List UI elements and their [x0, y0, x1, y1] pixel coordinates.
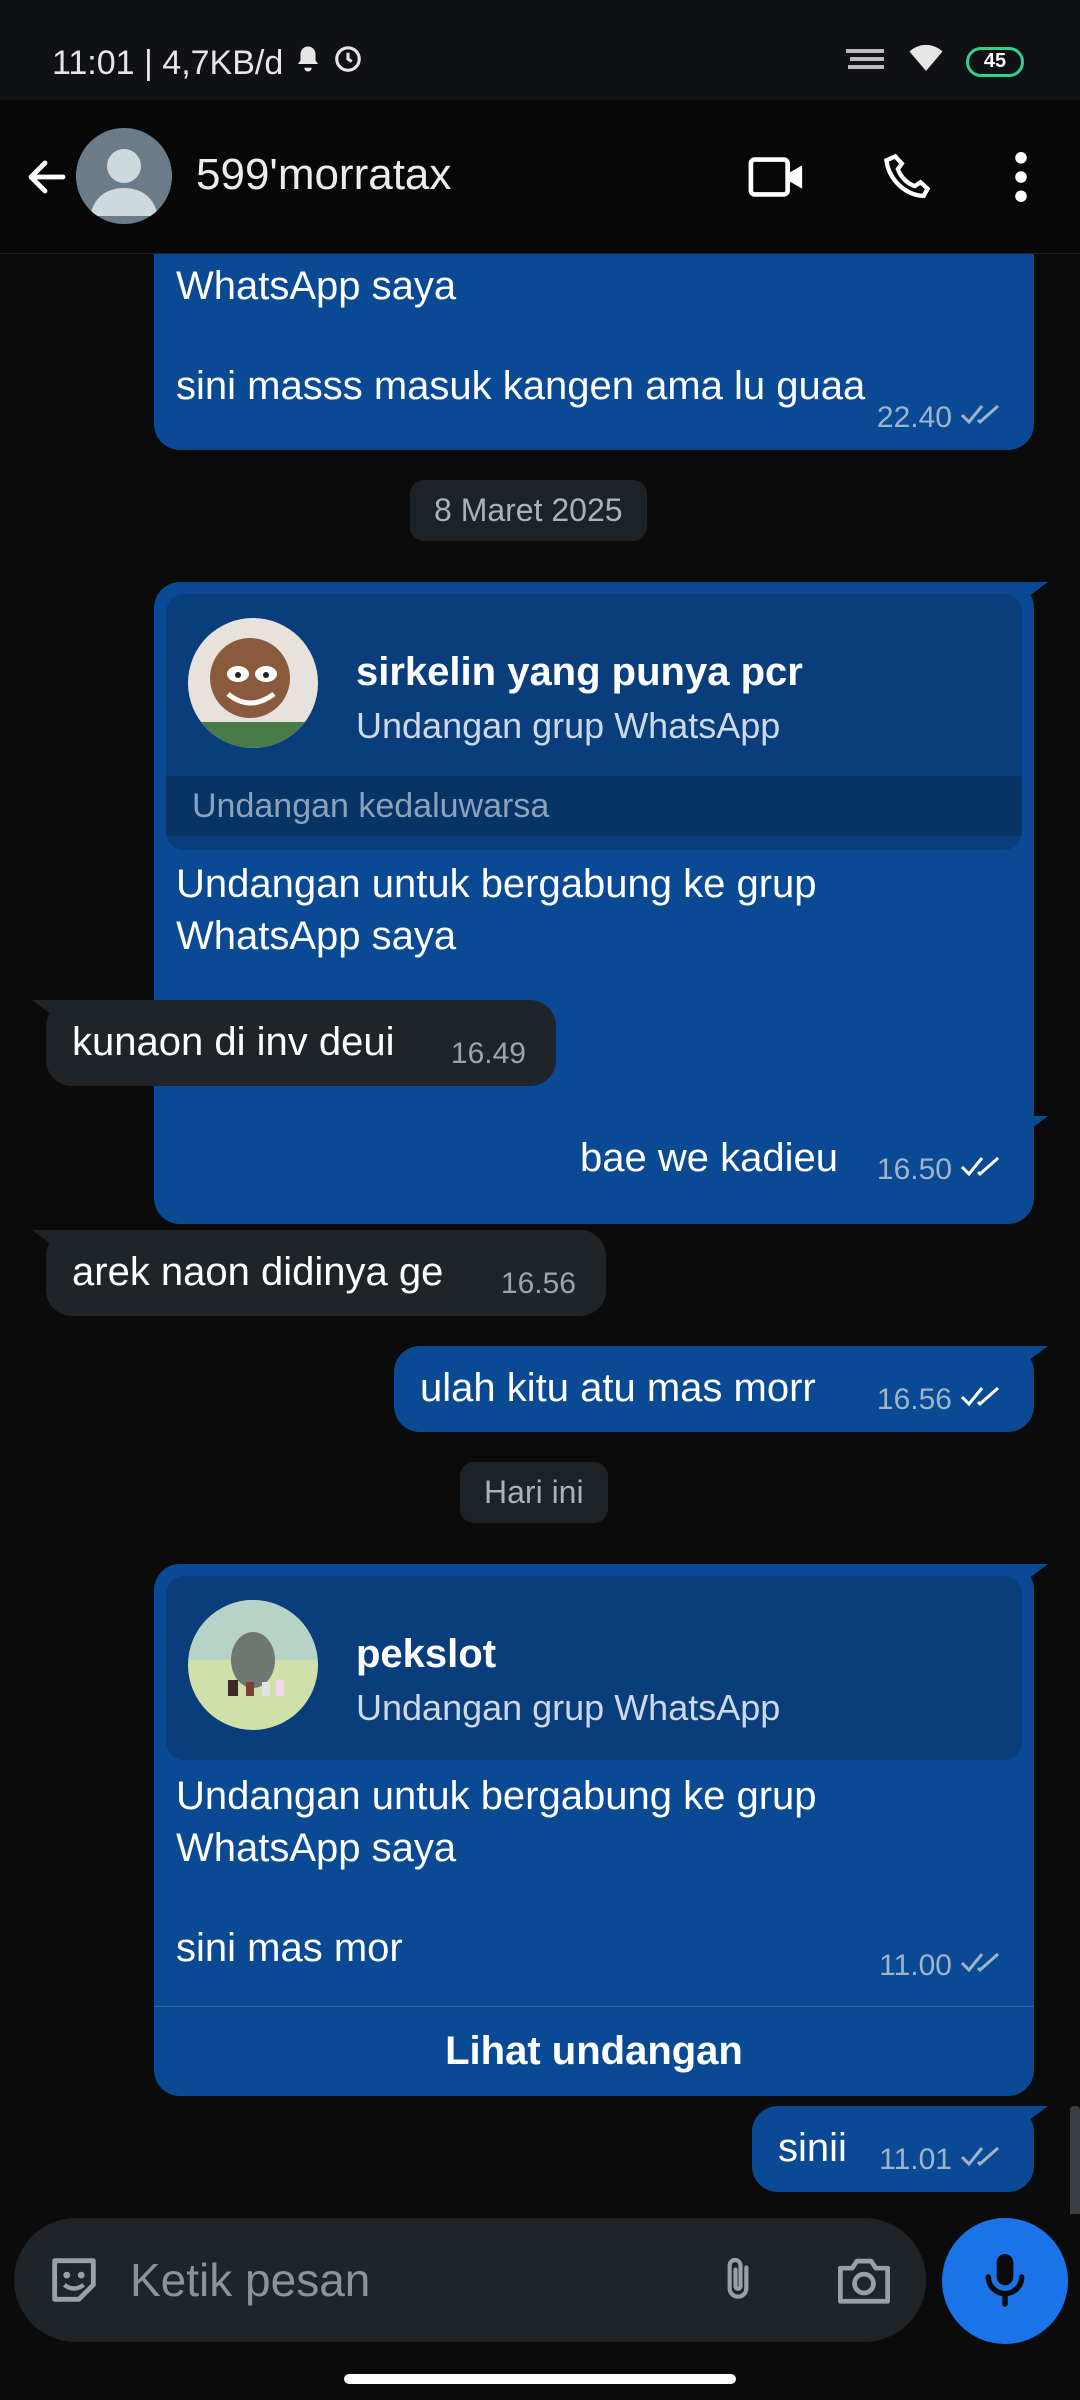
group-invite-card[interactable]: sirkelin yang punya pcr Undangan grup Wh… — [166, 594, 1022, 850]
alarm-icon — [333, 44, 363, 83]
view-invite-button[interactable]: Lihat undangan — [154, 2007, 1034, 2096]
message-text: Undangan untuk bergabung ke grup — [176, 862, 817, 906]
group-invite-subtitle: Undangan grup WhatsApp — [356, 705, 781, 746]
message-time: 16.56 — [876, 1383, 952, 1416]
message-text: WhatsApp saya — [176, 1826, 457, 1870]
chat-header: 599'morratax — [0, 100, 1080, 254]
group-invite-subtitle: Undangan grup WhatsApp — [356, 1687, 781, 1728]
message-text: WhatsApp saya — [176, 264, 457, 308]
voice-record-button[interactable] — [942, 2218, 1068, 2344]
scrollbar-thumb[interactable] — [1070, 2106, 1080, 2214]
message-text: sinii — [778, 2126, 847, 2170]
date-separator: Hari ini — [460, 1462, 608, 1523]
group-invite-card[interactable]: pekslot Undangan grup WhatsApp — [166, 1576, 1022, 1760]
message-text: bae we kadieu — [580, 1136, 838, 1180]
signal-icon — [846, 45, 886, 78]
date-separator: 8 Maret 2025 — [410, 480, 647, 541]
message-text: arek naon didinya ge — [72, 1250, 444, 1294]
bubble-tail — [1008, 1346, 1048, 1376]
message-text: sini mas mor — [176, 1926, 403, 1970]
invite-expired-label: Undangan kedaluwarsa — [166, 776, 1022, 836]
battery-indicator: 45 — [966, 46, 1024, 77]
group-avatar — [188, 1600, 318, 1730]
message-text: Undangan untuk bergabung ke grup — [176, 1774, 817, 1818]
message-time: 16.56 — [500, 1267, 576, 1300]
chat-area[interactable]: WhatsApp saya sini masss masuk kangen am… — [0, 254, 1080, 2214]
message-time: 16.49 — [450, 1037, 526, 1070]
message-outgoing[interactable]: sinii 11.01 — [752, 2106, 1048, 2192]
message-text: ulah kitu atu mas morr — [420, 1366, 816, 1410]
camera-icon[interactable] — [830, 2246, 898, 2314]
message-incoming[interactable]: kunaon di inv deui 16.49 — [32, 1000, 556, 1086]
message-time: 11.01 — [879, 2143, 952, 2176]
message-outgoing-invite[interactable]: pekslot Undangan grup WhatsApp Undangan … — [154, 1564, 1048, 2096]
bubble-tail — [32, 1230, 72, 1260]
contact-name[interactable]: 599'morratax — [196, 150, 451, 200]
status-time: 11:01 | 4,7KB/d — [52, 44, 284, 82]
message-time: 11.00 — [879, 1949, 952, 1982]
group-name: pekslot — [356, 1632, 497, 1676]
double-check-icon — [960, 2134, 1004, 2186]
message-text: WhatsApp saya — [176, 914, 457, 958]
sticker-icon[interactable] — [40, 2246, 108, 2314]
bubble-tail — [32, 1000, 72, 1030]
message-input[interactable] — [130, 2248, 690, 2312]
bubble-tail — [1008, 1116, 1048, 1146]
status-bar: 11:01 | 4,7KB/d 45 — [0, 0, 1080, 100]
microphone-icon — [980, 2249, 1030, 2314]
video-call-button[interactable] — [744, 144, 810, 210]
group-avatar — [188, 618, 318, 748]
message-time: 22.40 — [876, 401, 952, 434]
message-outgoing[interactable]: WhatsApp saya sini masss masuk kangen am… — [154, 254, 1034, 450]
message-text: kunaon di inv deui — [72, 1020, 395, 1064]
bubble-tail — [1008, 2106, 1048, 2136]
message-outgoing[interactable]: ulah kitu atu mas morr 16.56 — [394, 1346, 1048, 1432]
home-indicator[interactable] — [344, 2374, 736, 2384]
attach-icon[interactable] — [704, 2246, 772, 2314]
double-check-read-icon — [960, 1374, 1004, 1426]
double-check-read-icon — [960, 1144, 1004, 1196]
group-name: sirkelin yang punya pcr — [356, 650, 803, 694]
voice-call-button[interactable] — [874, 144, 940, 210]
double-check-icon — [960, 1940, 1004, 1992]
double-check-icon — [960, 392, 1004, 444]
notification-bell-icon — [293, 44, 323, 83]
message-composer[interactable] — [14, 2218, 926, 2342]
message-outgoing[interactable]: bae we kadieu 16.50 — [554, 1116, 1048, 1202]
message-incoming[interactable]: arek naon didinya ge 16.56 — [32, 1230, 606, 1316]
contact-avatar[interactable] — [76, 128, 172, 224]
message-text: sini masss masuk kangen ama lu guaa — [176, 364, 866, 408]
wifi-icon — [908, 44, 944, 79]
more-options-button[interactable] — [988, 144, 1054, 210]
back-button[interactable] — [14, 144, 80, 210]
message-time: 16.50 — [876, 1153, 952, 1186]
